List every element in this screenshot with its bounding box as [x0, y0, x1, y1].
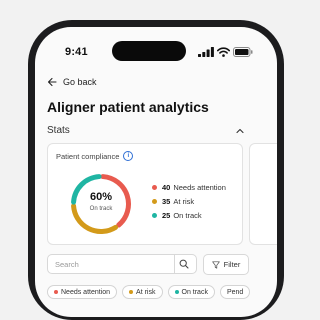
legend-label: Needs attention — [173, 182, 226, 192]
battery-icon — [233, 47, 253, 57]
stats-label: Stats — [47, 125, 70, 136]
page-title: Aligner patient analytics — [47, 99, 209, 115]
legend-dot — [152, 184, 157, 190]
legend-label: At risk — [173, 196, 195, 206]
search-divider — [174, 255, 175, 274]
status-time: 9:41 — [65, 46, 88, 58]
wifi-icon — [217, 47, 230, 57]
compliance-sub-label: On track — [89, 206, 113, 212]
status-filter-chips: Needs attention At risk On track Pend — [47, 285, 251, 299]
filter-icon — [211, 260, 220, 269]
next-card-peek[interactable] — [249, 143, 277, 245]
status-bar: 9:41 — [35, 27, 277, 67]
legend-count: 40 — [162, 182, 171, 192]
chip-on-track[interactable]: On track — [167, 285, 215, 299]
back-label: Go back — [63, 77, 97, 87]
info-icon[interactable]: i — [123, 151, 134, 161]
legend-label: On track — [173, 210, 202, 220]
chip-needs-attention[interactable]: Needs attention — [47, 285, 118, 299]
chip-at-risk[interactable]: At risk — [122, 285, 163, 299]
legend-item-on-track: 25 On track — [152, 208, 226, 222]
chip-label: On track — [181, 288, 208, 296]
dynamic-island — [112, 41, 186, 61]
chip-label: Needs attention — [61, 288, 111, 296]
chip-dot — [174, 290, 179, 294]
legend-item-needs-attention: 40 Needs attention — [152, 180, 226, 194]
chip-label: Pend — [226, 288, 244, 296]
card-title: Patient compliance i — [56, 151, 134, 161]
chart-legend: 40 Needs attention 35 At risk 25 On trac… — [152, 180, 226, 222]
patient-compliance-card: Patient compliance i 60% On track 40 Nee… — [47, 143, 243, 245]
stats-section-header[interactable]: Stats — [47, 125, 245, 136]
legend-count: 35 — [162, 196, 171, 206]
compliance-donut-chart — [71, 174, 131, 234]
filter-label: Filter — [223, 260, 241, 269]
chevron-up-icon[interactable] — [235, 126, 245, 136]
legend-item-at-risk: 35 At risk — [152, 194, 226, 208]
filter-button[interactable]: Filter — [203, 254, 249, 275]
arrow-left-icon — [47, 77, 57, 87]
chip-dot — [54, 290, 58, 294]
legend-dot — [152, 212, 157, 218]
search-icon[interactable] — [179, 259, 189, 269]
compliance-percent: 60% — [89, 191, 113, 203]
legend-count: 25 — [162, 210, 171, 220]
back-link[interactable]: Go back — [47, 77, 97, 87]
phone-screen: 9:41 Go back Aligner patient analytics S… — [35, 27, 277, 317]
cellular-signal-icon — [198, 47, 214, 57]
chip-dot — [129, 290, 134, 294]
chip-label: At risk — [136, 288, 156, 296]
legend-dot — [152, 198, 157, 204]
card-title-text: Patient compliance — [56, 151, 120, 161]
chip-pending[interactable]: Pend — [219, 285, 251, 299]
